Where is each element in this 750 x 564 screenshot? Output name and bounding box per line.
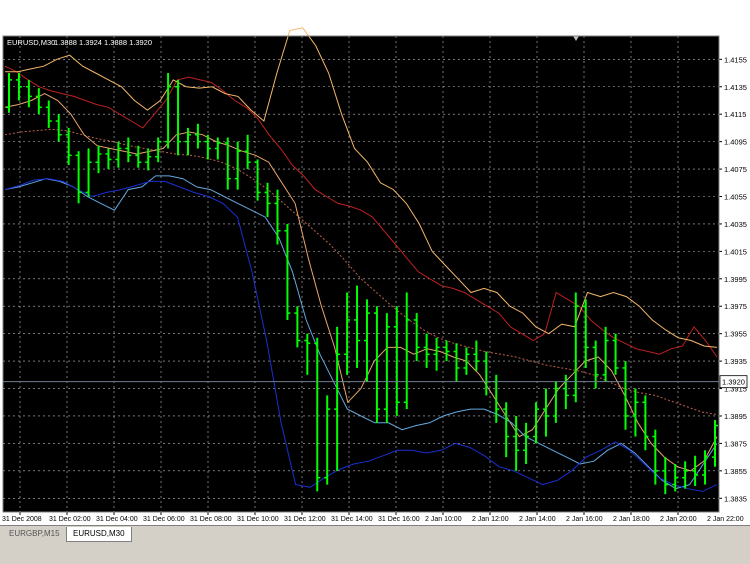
- x-tick-label: 31 Dec 14:00: [331, 516, 373, 523]
- x-tick-label: 2 Jan 18:00: [613, 516, 650, 523]
- x-tick-label: 2 Jan 14:00: [519, 516, 556, 523]
- y-tick-label: 1.3835: [724, 494, 747, 503]
- x-tick-label: 31 Dec 10:00: [237, 516, 279, 523]
- y-tick-label: 1.3955: [724, 330, 747, 339]
- y-tick-label: 1.4055: [724, 192, 747, 201]
- tab-eurgbp-m15[interactable]: EURGBP,M15: [3, 527, 66, 541]
- y-tick-label: 1.3875: [724, 439, 747, 448]
- y-tick-label: 1.3895: [724, 412, 747, 421]
- y-tick-label: 1.4135: [724, 83, 747, 92]
- price-chart[interactable]: 1.4155 1.4135 1.4115 1.4095 1.4075 1.4055 1.40…: [0, 0, 750, 525]
- y-tick-label: 1.3935: [724, 357, 747, 366]
- x-tick-label: 31 Dec 2008: [2, 516, 42, 523]
- chart-symbol-label: EURUSD,M30: [7, 38, 55, 47]
- chart-ohlc-label: 1.3888 1.3924 1.3888 1.3920: [54, 38, 152, 47]
- x-tick-label: 31 Dec 12:00: [284, 516, 326, 523]
- x-tick-label: 31 Dec 16:00: [378, 516, 420, 523]
- x-tick-label: 2 Jan 16:00: [566, 516, 603, 523]
- current-price-label: 1.3920: [722, 378, 745, 387]
- x-tick-label: 31 Dec 08:00: [190, 516, 232, 523]
- y-tick-label: 1.4035: [724, 220, 747, 229]
- y-tick-label: 1.4115: [724, 110, 746, 119]
- x-tick-label: 2 Jan 22:00: [707, 516, 744, 523]
- x-tick-label: 2 Jan 20:00: [660, 516, 697, 523]
- y-tick-label: 1.3975: [724, 302, 747, 311]
- x-tick-label: 31 Dec 04:00: [96, 516, 138, 523]
- chart-tab-bar: EURGBP,M15 EURUSD,M30: [0, 525, 750, 564]
- y-tick-label: 1.3855: [724, 467, 747, 476]
- plot-background: [3, 36, 719, 512]
- y-tick-label: 1.4015: [724, 247, 747, 256]
- chart-window[interactable]: 1.4155 1.4135 1.4115 1.4095 1.4075 1.4055 1.40…: [0, 0, 750, 525]
- x-tick-label: 2 Jan 12:00: [472, 516, 509, 523]
- y-tick-label: 1.4075: [724, 165, 747, 174]
- y-tick-label: 1.4155: [724, 55, 747, 64]
- y-tick-label: 1.4095: [724, 138, 747, 147]
- tab-eurusd-m30[interactable]: EURUSD,M30: [66, 527, 132, 542]
- x-tick-label: 31 Dec 02:00: [49, 516, 91, 523]
- x-tick-label: 2 Jan 10:00: [425, 516, 462, 523]
- x-tick-label: 31 Dec 06:00: [143, 516, 185, 523]
- y-tick-label: 1.3995: [724, 275, 747, 284]
